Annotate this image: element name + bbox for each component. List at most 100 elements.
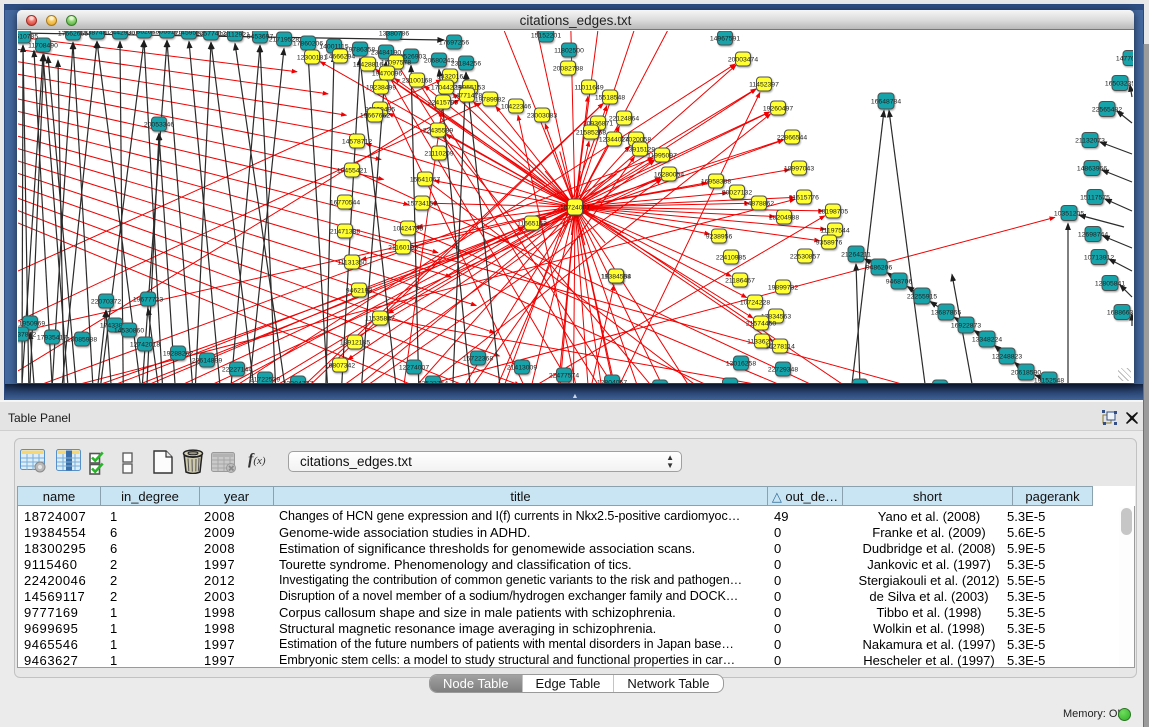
svg-text:21264211: 21264211 (841, 251, 871, 258)
svg-text:16648784: 16648784 (871, 98, 901, 105)
svg-text:14666294: 14666294 (325, 53, 355, 60)
svg-text:15641067: 15641067 (410, 176, 440, 183)
svg-text:19667662: 19667662 (360, 112, 390, 119)
svg-text:17097578: 17097578 (381, 59, 411, 66)
svg-text:11995097: 11995097 (647, 152, 677, 159)
svg-text:11131350: 11131350 (337, 259, 366, 266)
svg-text:23100168: 23100168 (402, 77, 432, 84)
svg-text:12698744: 12698744 (1078, 231, 1108, 238)
svg-text:20003474: 20003474 (728, 56, 758, 63)
svg-text:14578712: 14578712 (342, 138, 372, 145)
svg-text:21471388: 21471388 (330, 228, 360, 235)
svg-text:19260497: 19260497 (763, 105, 793, 112)
svg-text:19789982: 19789982 (475, 96, 505, 103)
svg-text:15518548: 15518548 (595, 94, 625, 101)
svg-text:18198705: 18198705 (818, 208, 848, 215)
svg-text:12805841: 12805841 (1095, 280, 1125, 287)
svg-text:12300181: 12300181 (297, 54, 327, 61)
svg-text:14776075: 14776075 (1116, 55, 1133, 62)
svg-text:20053346: 20053346 (144, 121, 174, 128)
svg-text:9358976: 9358976 (816, 239, 843, 246)
svg-text:10351205: 10351205 (1054, 210, 1084, 217)
svg-text:10424708: 10424708 (393, 225, 423, 232)
svg-text:13348224: 13348224 (972, 336, 1002, 343)
svg-text:23304737: 23304737 (283, 380, 313, 383)
svg-text:11708490: 11708490 (28, 42, 58, 49)
svg-text:9238956: 9238956 (706, 233, 733, 240)
svg-text:14530860: 14530860 (114, 327, 144, 334)
svg-text:10713912: 10713912 (1084, 254, 1114, 261)
svg-text:11011649: 11011649 (574, 84, 603, 91)
svg-text:12248823: 12248823 (992, 353, 1022, 360)
svg-text:14863966: 14863966 (1077, 165, 1107, 172)
svg-text:10455421: 10455421 (337, 167, 367, 174)
svg-text:12428816: 12428816 (353, 61, 383, 68)
svg-text:14967591: 14967591 (710, 35, 740, 42)
svg-text:15152201: 15152201 (531, 32, 561, 39)
svg-text:20680243: 20680243 (424, 57, 454, 64)
svg-text:12742018: 12742018 (130, 341, 160, 348)
svg-text:22227144: 22227144 (222, 366, 252, 373)
svg-text:17935417: 17935417 (37, 334, 67, 341)
svg-text:11665162: 11665162 (517, 220, 547, 227)
svg-text:21574460: 21574460 (746, 320, 776, 327)
svg-text:22866544: 22866544 (777, 134, 807, 141)
svg-text:22070372: 22070372 (91, 298, 121, 305)
svg-text:11535887: 11535887 (365, 315, 395, 322)
svg-text:18724007: 18724007 (560, 204, 590, 211)
svg-text:22415795: 22415795 (428, 99, 458, 106)
svg-text:18912185: 18912185 (340, 339, 370, 346)
svg-text:23184256: 23184256 (451, 60, 481, 67)
svg-text:22410985: 22410985 (716, 254, 746, 261)
svg-text:11802500: 11802500 (554, 47, 584, 54)
svg-text:22255915: 22255915 (907, 293, 937, 300)
svg-text:16278114: 16278114 (765, 343, 795, 350)
svg-text:20027132: 20027132 (722, 189, 752, 196)
svg-text:11452397: 11452397 (749, 81, 779, 88)
svg-text:9486206: 9486206 (866, 264, 893, 271)
svg-text:19152548: 19152548 (1034, 377, 1064, 383)
svg-text:18997043: 18997043 (784, 165, 814, 172)
svg-text:16503235: 16503235 (1105, 80, 1133, 87)
svg-text:17697256: 17697256 (439, 39, 469, 46)
svg-text:21722539: 21722539 (250, 376, 280, 383)
svg-text:22124864: 22124864 (609, 115, 639, 122)
svg-text:13016258: 13016258 (726, 360, 756, 367)
svg-text:22614899: 22614899 (192, 357, 222, 364)
svg-text:22530857: 22530857 (790, 253, 820, 260)
svg-text:12804057: 12804057 (597, 379, 627, 383)
svg-text:16922873: 16922873 (951, 322, 981, 329)
svg-text:15722368: 15722368 (463, 355, 493, 362)
svg-text:16886633: 16886633 (1107, 309, 1133, 316)
svg-text:21585268: 21585268 (576, 129, 606, 136)
svg-text:19899732: 19899732 (768, 284, 798, 291)
svg-text:21160103: 21160103 (388, 244, 418, 251)
svg-text:21110209: 21110209 (424, 150, 453, 157)
svg-text:23003083: 23003083 (527, 112, 557, 119)
svg-text:22729348: 22729348 (768, 366, 798, 373)
svg-text:16807342: 16807342 (325, 362, 355, 369)
svg-text:9032016: 9032016 (437, 73, 464, 80)
svg-text:22435589: 22435589 (423, 127, 453, 134)
svg-text:22477574: 22477574 (549, 372, 579, 379)
svg-text:10422346: 10422346 (501, 103, 531, 110)
svg-text:21186467: 21186467 (725, 277, 755, 284)
svg-text:17684536: 17684536 (715, 382, 745, 383)
svg-text:19384554: 19384554 (601, 273, 631, 280)
svg-text:19288262: 19288262 (163, 350, 193, 357)
svg-text:19677723: 19677723 (133, 296, 163, 303)
svg-text:12737842: 12737842 (18, 331, 36, 338)
svg-text:12274007: 12274007 (399, 364, 429, 371)
svg-text:21413009: 21413009 (507, 364, 537, 371)
svg-text:13380786: 13380786 (379, 31, 409, 37)
svg-text:11615776: 11615776 (789, 194, 819, 201)
svg-text:21950969: 21950969 (18, 320, 45, 327)
svg-text:14878862: 14878862 (744, 200, 774, 207)
svg-text:21132073: 21132073 (1075, 137, 1105, 144)
svg-text:18112921: 18112921 (220, 31, 250, 38)
svg-text:16770544: 16770544 (330, 199, 360, 206)
svg-text:9462193: 9462193 (346, 287, 373, 294)
svg-text:19470096: 19470096 (372, 70, 402, 77)
svg-text:15117575: 15117575 (1080, 194, 1110, 201)
svg-text:13687865: 13687865 (931, 309, 961, 316)
